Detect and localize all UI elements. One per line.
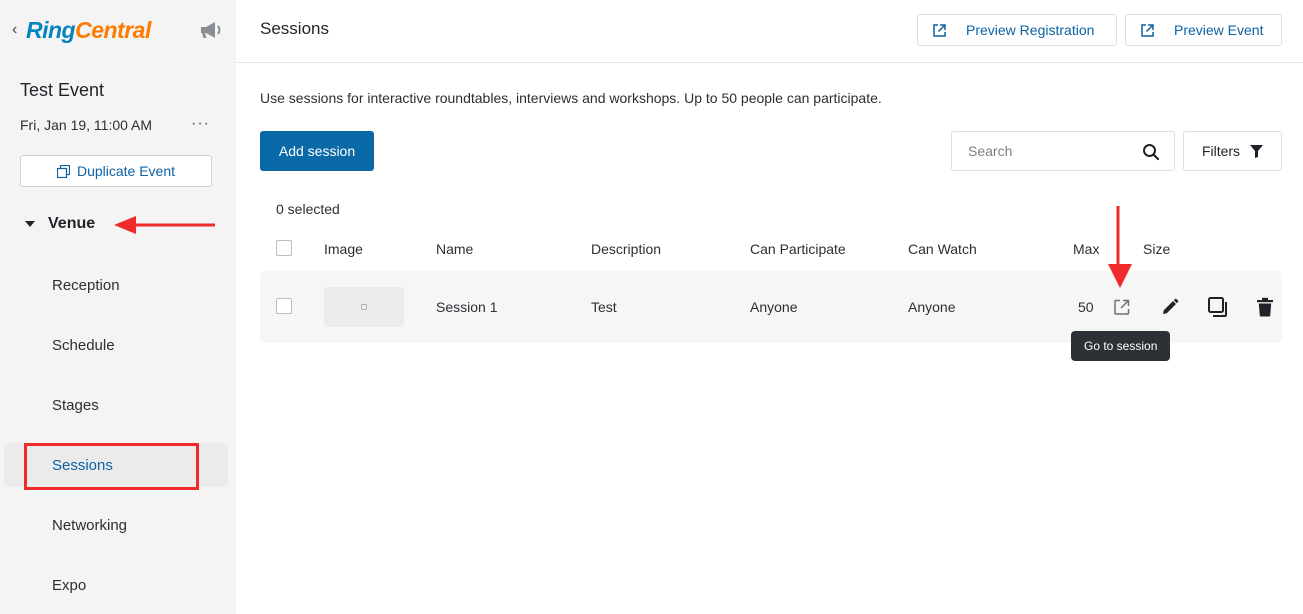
sidebar-item-label: Schedule	[52, 336, 115, 354]
caret-down-icon	[25, 221, 35, 227]
logo-ring-text: Ring	[26, 16, 76, 43]
duplicate-event-label: Duplicate Event	[76, 163, 176, 179]
column-header-image: Image	[324, 241, 363, 257]
row-checkbox[interactable]	[276, 298, 292, 314]
column-header-size: Size	[1143, 241, 1171, 257]
column-header-name: Name	[436, 241, 474, 257]
intro-text: Use sessions for interactive roundtables…	[260, 90, 882, 106]
preview-event-button[interactable]: Preview Event	[1125, 14, 1282, 46]
select-all-checkbox[interactable]	[276, 240, 292, 256]
column-header-description: Description	[591, 241, 662, 257]
venue-label: Venue	[48, 215, 96, 232]
delete-trash-icon[interactable]	[1254, 296, 1276, 318]
filters-label: Filters	[1201, 143, 1241, 159]
sidebar-item-label: Expo	[52, 576, 87, 594]
megaphone-icon[interactable]	[198, 18, 224, 42]
session-max: 50	[1078, 299, 1094, 315]
annotation-arrow-down-icon	[1108, 206, 1132, 288]
search-icon[interactable]	[1142, 143, 1160, 161]
sidebar-item-schedule[interactable]: Schedule	[4, 323, 228, 367]
sidebar: ‹ RingCentral Test Event Fri, Jan 19, 11…	[0, 0, 236, 614]
venue-section-toggle[interactable]: Venue	[20, 212, 95, 236]
sidebar-item-expo[interactable]: Expo	[4, 563, 228, 607]
search-box[interactable]	[951, 131, 1175, 171]
back-chevron-icon[interactable]: ‹	[12, 21, 26, 39]
sidebar-item-networking[interactable]: Networking	[4, 503, 228, 547]
annotation-arrow-left-icon	[114, 216, 215, 234]
event-title: Test Event	[20, 80, 105, 100]
add-session-button[interactable]: Add session	[260, 131, 374, 171]
session-image-thumbnail	[324, 287, 404, 327]
copy-icon	[56, 164, 70, 178]
filters-button[interactable]: Filters	[1183, 131, 1282, 171]
page-title: Sessions	[260, 19, 329, 38]
search-input[interactable]	[952, 143, 1132, 159]
duplicate-event-button[interactable]: Duplicate Event	[20, 155, 212, 187]
image-placeholder-icon	[361, 304, 367, 310]
top-bar: Sessions Preview Registration Preview Ev…	[236, 0, 1303, 63]
go-to-session-icon[interactable]	[1111, 296, 1133, 318]
external-link-icon	[1141, 23, 1154, 37]
column-header-can-watch: Can Watch	[908, 241, 977, 257]
logo-central-text: Central	[75, 16, 151, 43]
brand: ‹ RingCentral	[12, 16, 151, 44]
sidebar-item-reception[interactable]: Reception	[4, 263, 228, 307]
session-description: Test	[591, 299, 617, 315]
session-can-participate: Anyone	[750, 299, 798, 315]
annotation-highlight-box	[24, 443, 199, 490]
sidebar-item-label: Networking	[52, 516, 128, 534]
main-content: Sessions Preview Registration Preview Ev…	[236, 0, 1303, 614]
filter-funnel-icon	[1250, 144, 1264, 158]
preview-registration-label: Preview Registration	[966, 22, 1095, 38]
session-name: Session 1	[436, 299, 498, 315]
preview-event-label: Preview Event	[1174, 22, 1264, 38]
external-link-icon	[933, 23, 946, 37]
go-to-session-tooltip: Go to session	[1071, 331, 1171, 361]
more-options-icon[interactable]: ···	[191, 115, 210, 133]
sidebar-item-label: Stages	[52, 396, 99, 414]
edit-pencil-icon[interactable]	[1159, 296, 1181, 318]
duplicate-session-icon[interactable]	[1207, 296, 1229, 318]
preview-registration-button[interactable]: Preview Registration	[917, 14, 1117, 46]
column-header-can-participate: Can Participate	[750, 241, 846, 257]
selected-count: 0 selected	[276, 201, 340, 217]
session-can-watch: Anyone	[908, 299, 956, 315]
sidebar-item-label: Reception	[52, 276, 120, 294]
sidebar-item-stages[interactable]: Stages	[4, 383, 228, 427]
column-header-max: Max	[1073, 241, 1100, 257]
ringcentral-logo[interactable]: RingCentral	[26, 17, 151, 44]
event-date: Fri, Jan 19, 11:00 AM	[20, 117, 153, 133]
